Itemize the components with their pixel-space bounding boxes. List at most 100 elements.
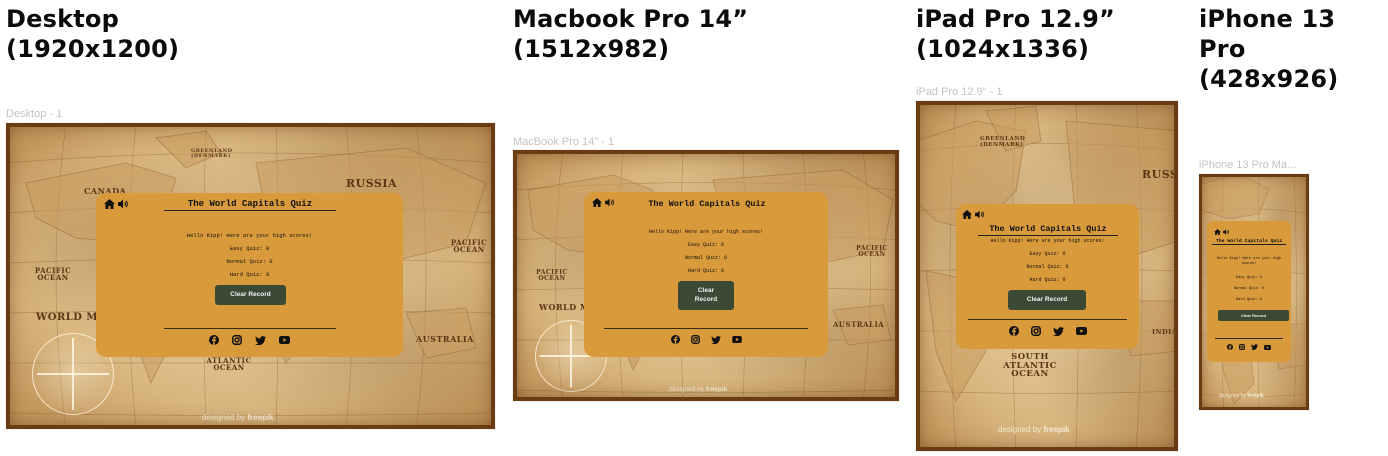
youtube-icon[interactable]: [1264, 344, 1271, 350]
facebook-icon[interactable]: [1227, 344, 1233, 350]
ipad-frame[interactable]: RUSSIA INDIA SOUTH ATLANTIC OCEAN GREENL…: [916, 101, 1178, 451]
hard-score: Hard Quiz: 0: [1029, 277, 1066, 283]
heading-iphone-size: (428x926): [1199, 65, 1339, 93]
easy-score: Easy Quiz: 0: [1236, 276, 1262, 280]
instagram-icon[interactable]: [232, 335, 242, 345]
normal-score: Normal Quiz: 0: [1233, 287, 1265, 291]
map-label-pacific-left: PACIFIC OCEAN: [34, 266, 72, 282]
credit-prefix: designed by: [669, 386, 705, 393]
greeting-text: Hello Kipp! Here are your high scores!: [990, 238, 1105, 244]
frame-label-desktop[interactable]: Desktop - 1: [6, 108, 62, 120]
instagram-icon[interactable]: [690, 335, 700, 344]
freepik-credit: designed by freepik: [998, 425, 1070, 434]
volume-icon[interactable]: [118, 199, 129, 209]
frame-label-macbook[interactable]: MacBook Pro 14" - 1: [513, 136, 614, 148]
card-divider: [968, 319, 1127, 320]
heading-desktop: Desktop (1920x1200): [6, 4, 179, 64]
freepik-credit: designed by freepik: [1219, 393, 1264, 399]
twitter-icon[interactable]: [710, 335, 721, 344]
clear-record-button[interactable]: Clear Record: [1218, 310, 1289, 321]
map-label-greenland: GREENLAND (DENMARK): [191, 148, 233, 159]
facebook-icon[interactable]: [1008, 326, 1019, 336]
card-divider: [604, 328, 808, 329]
quiz-card: The World Capitals Quiz Hello Kipp! Here…: [956, 204, 1139, 349]
map-label-russia: RUSSIA: [346, 177, 398, 190]
card-divider: [1215, 338, 1283, 339]
easy-score: Easy Quiz: 0: [1029, 251, 1066, 257]
map-label-greenland: GREENLAND (DENMARK): [980, 136, 1026, 148]
credit-prefix: designed by: [1219, 393, 1246, 399]
iphone-frame[interactable]: designed by freepik The World Capitals Q…: [1199, 174, 1309, 410]
social-links: [584, 335, 828, 344]
youtube-icon[interactable]: [1075, 327, 1087, 335]
heading-macbook-name: Macbook Pro 14”: [513, 5, 749, 33]
social-links: [1207, 344, 1291, 350]
heading-iphone: iPhone 13 Pro (428x926): [1199, 4, 1388, 94]
social-links: [96, 335, 403, 345]
greeting-text: Hello Kipp! Here are your high scores!: [1216, 257, 1282, 266]
card-divider: [164, 328, 336, 329]
facebook-icon[interactable]: [209, 335, 219, 345]
normal-score: Normal Quiz: 0: [226, 258, 273, 265]
credit-brand: freepik: [705, 386, 728, 393]
youtube-icon[interactable]: [279, 336, 290, 344]
heading-ipad-name: iPad Pro 12.9”: [916, 5, 1115, 33]
home-icon[interactable]: [1214, 229, 1221, 235]
card-header-icons: [962, 210, 985, 219]
clear-record-button[interactable]: Clear Record: [215, 285, 286, 305]
desktop-frame[interactable]: RUSSIA CANADA PACIFIC OCEAN PACIFIC OCEA…: [6, 123, 495, 429]
heading-ipad-size: (1024x1336): [916, 35, 1090, 63]
quiz-title: The World Capitals Quiz: [978, 224, 1118, 236]
hard-score: Hard Quiz: 0: [1236, 298, 1262, 302]
clear-button-line-2: Record: [694, 295, 718, 303]
volume-icon[interactable]: [605, 198, 615, 207]
twitter-icon[interactable]: [255, 335, 266, 345]
map-label-pacific-right: PACIFIC OCEAN: [450, 238, 488, 254]
social-links: [956, 326, 1139, 336]
home-icon[interactable]: [104, 199, 115, 209]
freepik-credit: designed by freepik: [669, 386, 727, 393]
credit-brand: freepik: [1043, 425, 1070, 434]
map-label-south-atlantic: SOUTH ATLANTIC OCEAN: [1003, 352, 1057, 379]
credit-prefix: designed by: [998, 425, 1042, 434]
easy-score: Easy Quiz: 0: [229, 245, 270, 252]
quiz-card: The World Capitals Quiz Hello Kipp! Here…: [584, 192, 828, 357]
quiz-title: The World Capitals Quiz: [648, 199, 766, 209]
volume-icon[interactable]: [975, 210, 985, 219]
clear-button-line-1: Clear: [697, 287, 715, 295]
card-header-icons: [592, 198, 615, 207]
twitter-icon[interactable]: [1052, 326, 1064, 336]
frame-label-ipad[interactable]: iPad Pro 12.9" - 1: [916, 86, 1002, 98]
clear-record-button[interactable]: Clear Record: [1008, 290, 1086, 310]
home-icon[interactable]: [962, 210, 972, 219]
instagram-icon[interactable]: [1030, 326, 1041, 336]
youtube-icon[interactable]: [731, 336, 742, 343]
quiz-title: The World Capitals Quiz: [1212, 239, 1286, 245]
facebook-icon[interactable]: [670, 335, 680, 344]
hard-score: Hard Quiz: 0: [687, 268, 724, 274]
frame-label-iphone[interactable]: iPhone 13 Pro Ma...: [1199, 159, 1296, 171]
quiz-card: The World Capitals Quiz Hello Kipp! Here…: [96, 193, 403, 357]
heading-macbook: Macbook Pro 14” (1512x982): [513, 4, 748, 64]
volume-icon[interactable]: [1223, 229, 1230, 235]
clear-record-button[interactable]: Clear Record: [678, 281, 734, 310]
heading-iphone-name: iPhone 13 Pro: [1199, 5, 1336, 63]
heading-macbook-size: (1512x982): [513, 35, 670, 63]
credit-brand: freepik: [247, 413, 274, 422]
credit-prefix: designed by: [202, 413, 246, 422]
twitter-icon[interactable]: [1251, 344, 1258, 350]
home-icon[interactable]: [592, 198, 602, 207]
normal-score: Normal Quiz: 0: [1026, 264, 1069, 270]
greeting-text: Hello Kipp! Here are your high scores!: [186, 232, 313, 239]
map-label-india: INDIA: [1152, 328, 1178, 336]
heading-desktop-size: (1920x1200): [6, 35, 180, 63]
card-header-icons: [1214, 229, 1230, 235]
instagram-icon[interactable]: [1239, 344, 1245, 350]
heading-desktop-name: Desktop: [6, 5, 119, 33]
easy-score: Easy Quiz: 0: [687, 242, 724, 248]
quiz-card: The World Capitals Quiz Hello Kipp! Here…: [1207, 221, 1291, 362]
map-label-australia: AUSTRALIA: [416, 334, 474, 344]
map-label-russia: RUSSIA: [1142, 168, 1178, 181]
normal-score: Normal Quiz: 0: [684, 255, 727, 261]
macbook-frame[interactable]: PACIFIC OCEAN PACIFIC OCEAN WORLD MAP AU…: [513, 150, 899, 401]
